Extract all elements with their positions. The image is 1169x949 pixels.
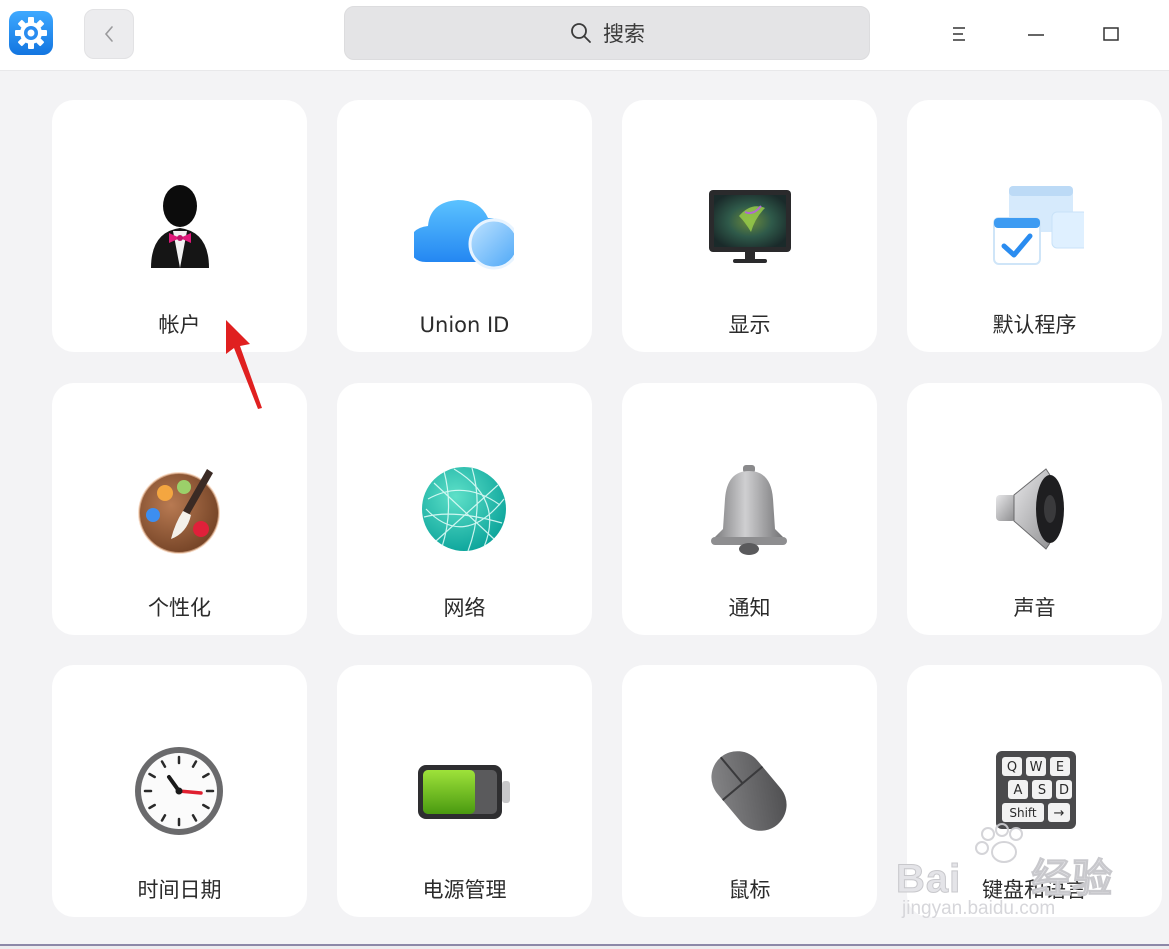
palette-icon [129, 459, 229, 559]
module-card-notification[interactable]: 通知 [622, 383, 877, 635]
module-label: 声音 [1013, 596, 1056, 620]
search-input[interactable]: 搜索 [344, 6, 870, 60]
module-label: 网络 [443, 596, 486, 620]
module-label: Union ID [419, 313, 510, 337]
module-label: 鼠标 [728, 878, 771, 902]
module-card-default-apps[interactable]: 默认程序 [907, 100, 1162, 352]
svg-text:D: D [1059, 783, 1069, 798]
clock-icon [129, 741, 229, 841]
svg-text:Shift: Shift [1009, 806, 1037, 820]
default-apps-icon [984, 176, 1089, 276]
watermark-brand-suffix: 经验 [1031, 857, 1114, 902]
search-placeholder: 搜索 [603, 22, 645, 46]
module-card-power[interactable]: 电源管理 [337, 665, 592, 917]
mouse-icon [699, 741, 799, 841]
svg-text:A: A [1014, 783, 1023, 798]
module-card-network[interactable]: 网络 [337, 383, 592, 635]
module-label: 通知 [728, 596, 771, 620]
svg-text:→: → [1054, 806, 1065, 821]
module-card-sound[interactable]: 声音 [907, 383, 1162, 635]
module-label: 时间日期 [137, 878, 222, 902]
speaker-icon [984, 459, 1084, 559]
module-card-mouse[interactable]: 鼠标 [622, 665, 877, 917]
minimize-button[interactable] [1016, 14, 1056, 54]
minimize-icon [1028, 34, 1044, 36]
chevron-left-icon [104, 26, 113, 42]
titlebar: 搜索 [0, 0, 1169, 71]
module-label: 默认程序 [992, 313, 1077, 337]
maximize-icon [1103, 27, 1119, 41]
watermark: Bai 经验 jingyan.baidu.com [895, 820, 1116, 930]
watermark-url: jingyan.baidu.com [902, 898, 1056, 919]
network-globe-icon [414, 459, 514, 559]
battery-icon [414, 741, 514, 841]
svg-text:Q: Q [1007, 760, 1017, 775]
settings-app-icon [8, 10, 54, 56]
svg-text:E: E [1056, 760, 1064, 775]
bell-icon [699, 459, 799, 559]
account-icon [129, 176, 229, 276]
module-card-union-id[interactable]: Union ID [337, 100, 592, 352]
menu-button[interactable] [940, 14, 980, 54]
annotation-arrow-icon [226, 320, 262, 409]
control-center-window: 搜索 帐户 Union ID 显示 默认程序 个性化 网络 通知 声音 时间日期… [0, 0, 1169, 946]
module-label: 个性化 [148, 596, 211, 620]
cloud-icon [410, 176, 520, 276]
watermark-brand: Bai [895, 857, 962, 902]
maximize-button[interactable] [1091, 14, 1131, 54]
module-card-personalization[interactable]: 个性化 [52, 383, 307, 635]
module-card-datetime[interactable]: 时间日期 [52, 665, 307, 917]
back-button[interactable] [84, 9, 134, 59]
module-card-display[interactable]: 显示 [622, 100, 877, 352]
menu-icon [953, 27, 965, 41]
module-label: 显示 [728, 313, 771, 337]
svg-text:W: W [1030, 760, 1043, 775]
display-icon [699, 176, 799, 276]
module-label: 电源管理 [422, 878, 507, 902]
svg-text:S: S [1038, 783, 1046, 798]
search-icon [571, 23, 591, 43]
